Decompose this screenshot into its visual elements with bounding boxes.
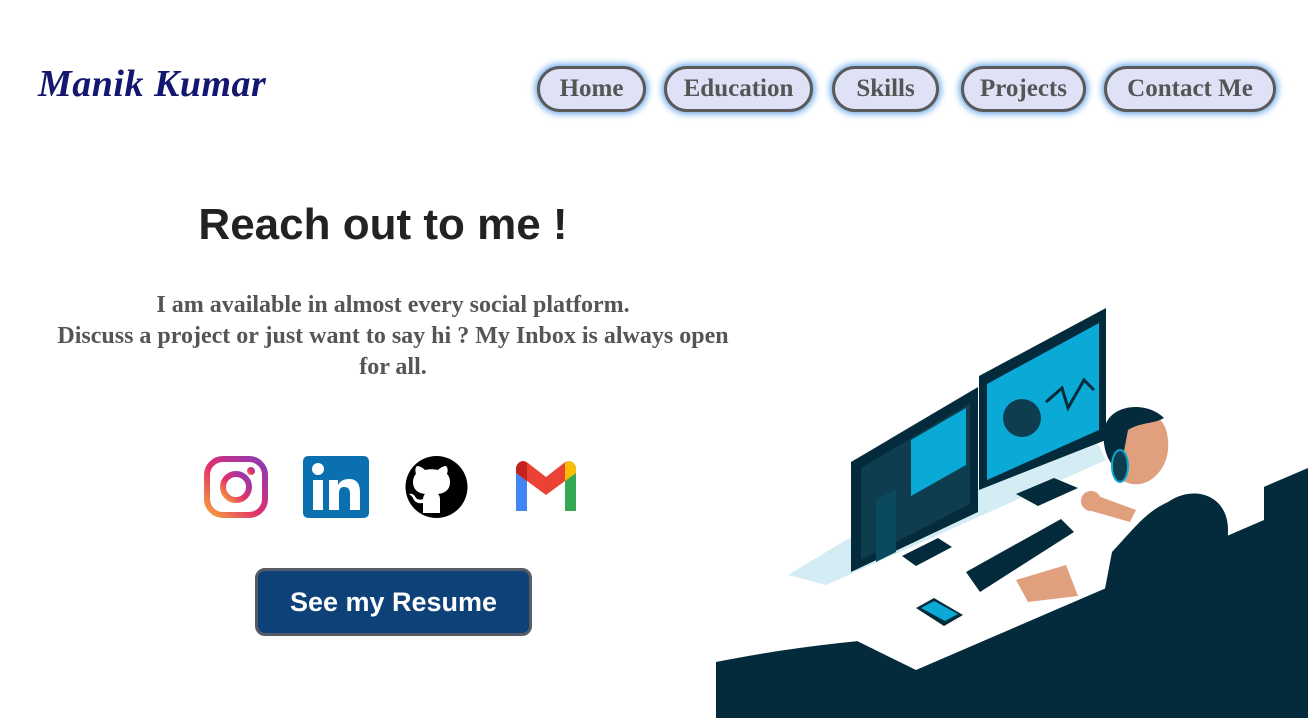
gmail-icon[interactable] xyxy=(512,455,580,519)
description-line-2: Discuss a project or just want to say hi… xyxy=(57,323,729,380)
nav-skills-button[interactable]: Skills xyxy=(832,66,939,112)
github-icon[interactable] xyxy=(399,455,474,519)
nav-contact-button[interactable]: Contact Me xyxy=(1104,66,1276,112)
developer-illustration xyxy=(716,308,1308,718)
main-nav: Home Education Skills Projects Contact M… xyxy=(0,66,1308,116)
contact-description: I am available in almost every social pl… xyxy=(40,290,746,383)
instagram-icon[interactable] xyxy=(203,455,269,519)
nav-projects-button[interactable]: Projects xyxy=(961,66,1086,112)
resume-button[interactable]: See my Resume xyxy=(255,568,532,636)
linkedin-icon[interactable] xyxy=(302,455,370,519)
description-line-1: I am available in almost every social pl… xyxy=(156,292,630,318)
contact-heading: Reach out to me ! xyxy=(198,200,568,249)
nav-education-button[interactable]: Education xyxy=(664,66,813,112)
nav-home-button[interactable]: Home xyxy=(537,66,646,112)
